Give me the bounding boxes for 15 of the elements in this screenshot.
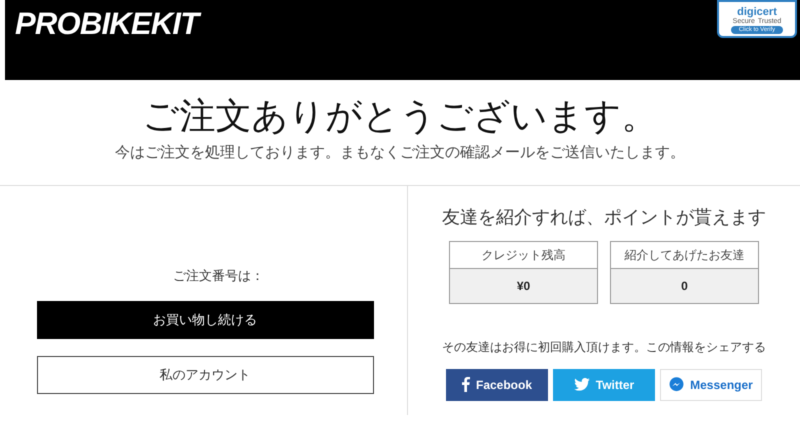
- stat-value: 0: [611, 268, 758, 302]
- bird-icon: [574, 378, 590, 391]
- stat-value: ¥0: [450, 268, 597, 302]
- badge-brand: digicert: [737, 7, 777, 18]
- messenger-icon: [669, 377, 684, 392]
- account-button[interactable]: 私のアカウント: [36, 356, 374, 394]
- share-text: その友達はお得に初回購入頂けます。この情報をシェアする: [442, 338, 766, 356]
- continue-shopping-button[interactable]: お買い物し続ける: [36, 301, 374, 339]
- order-number-label: ご注文番号は：: [172, 266, 264, 284]
- subtitle: 今はご注文を処理しております。まもなくご注文の確認メールをご送信いたします。: [115, 143, 685, 163]
- messenger-share-button[interactable]: Messenger: [660, 368, 762, 400]
- referral-heading: 友達を紹介すれば、ポイントが貰えます: [442, 206, 766, 228]
- facebook-icon: [462, 377, 470, 392]
- page-title: ご注文ありがとうございます。: [142, 94, 658, 138]
- facebook-share-button[interactable]: Facebook: [446, 368, 548, 400]
